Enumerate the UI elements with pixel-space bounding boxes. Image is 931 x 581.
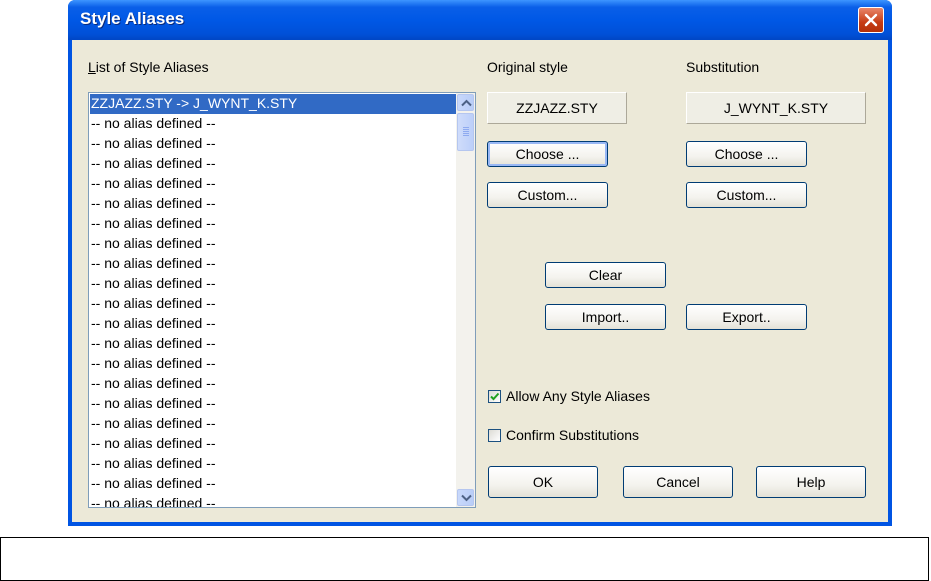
list-item[interactable]: -- no alias defined --: [90, 274, 456, 294]
list-item[interactable]: -- no alias defined --: [90, 454, 456, 474]
dialog-title: Style Aliases: [80, 9, 185, 28]
list-item[interactable]: -- no alias defined --: [90, 354, 456, 374]
thumb-grip: [463, 129, 469, 130]
close-x-icon: [864, 13, 878, 27]
title-bar[interactable]: Style Aliases: [68, 0, 892, 40]
original-choose-button[interactable]: Choose ...: [487, 141, 608, 167]
list-label-text: ist of Style Aliases: [95, 59, 209, 75]
import-button[interactable]: Import..: [545, 304, 666, 330]
vertical-scrollbar[interactable]: [456, 93, 475, 507]
original-style-label: Original style: [487, 59, 568, 75]
thumb-grip: [463, 133, 469, 134]
confirm-substitutions-checkbox[interactable]: [488, 429, 501, 442]
style-aliases-dialog: Style Aliases List of Style Aliases ZZJA…: [68, 0, 892, 526]
substitution-choose-button[interactable]: Choose ...: [686, 141, 807, 167]
list-item[interactable]: -- no alias defined --: [90, 214, 456, 234]
list-item[interactable]: -- no alias defined --: [90, 434, 456, 454]
alias-listbox[interactable]: ZZJAZZ.STY -> J_WYNT_K.STY -- no alias de…: [88, 92, 476, 508]
list-label: List of Style Aliases: [88, 59, 209, 75]
list-label-mnemonic: L: [88, 59, 96, 75]
scroll-down-button[interactable]: [457, 489, 474, 506]
list-item[interactable]: -- no alias defined --: [90, 154, 456, 174]
chevron-down-icon: [461, 494, 472, 502]
allow-any-label[interactable]: Allow Any Style Aliases: [506, 388, 650, 404]
alias-list: ZZJAZZ.STY -> J_WYNT_K.STY -- no alias de…: [90, 94, 456, 507]
substitution-label: Substitution: [686, 59, 760, 75]
allow-any-checkbox[interactable]: [488, 390, 501, 403]
list-item[interactable]: -- no alias defined --: [90, 134, 456, 154]
export-button[interactable]: Export..: [686, 304, 807, 330]
list-item[interactable]: -- no alias defined --: [90, 254, 456, 274]
original-custom-button[interactable]: Custom...: [487, 182, 608, 208]
cancel-button[interactable]: Cancel: [623, 466, 733, 498]
help-button[interactable]: Help: [756, 466, 866, 498]
checkmark-icon: [490, 392, 500, 401]
substitution-field: J_WYNT_K.STY: [686, 92, 866, 124]
chevron-up-icon: [461, 99, 472, 107]
list-item[interactable]: -- no alias defined --: [90, 174, 456, 194]
confirm-substitutions-label[interactable]: Confirm Substitutions: [506, 427, 639, 443]
thumb-grip: [463, 135, 469, 136]
substitution-custom-button[interactable]: Custom...: [686, 182, 807, 208]
list-item[interactable]: -- no alias defined --: [90, 394, 456, 414]
list-item[interactable]: -- no alias defined --: [90, 194, 456, 214]
caption-frame: [0, 537, 929, 581]
list-item[interactable]: -- no alias defined --: [90, 374, 456, 394]
thumb-grip: [463, 131, 469, 132]
dialog-body: List of Style Aliases ZZJAZZ.STY -> J_WY…: [72, 40, 888, 522]
thumb-grip: [463, 127, 469, 128]
original-style-field: ZZJAZZ.STY: [487, 92, 627, 124]
list-item[interactable]: -- no alias defined --: [90, 314, 456, 334]
list-item[interactable]: -- no alias defined --: [90, 494, 456, 507]
scroll-thumb[interactable]: [457, 113, 474, 151]
list-item[interactable]: -- no alias defined --: [90, 414, 456, 434]
list-item[interactable]: -- no alias defined --: [90, 474, 456, 494]
close-button[interactable]: [858, 7, 884, 33]
clear-button[interactable]: Clear: [545, 262, 666, 288]
ok-button[interactable]: OK: [488, 466, 598, 498]
scroll-up-button[interactable]: [457, 94, 474, 111]
list-item[interactable]: -- no alias defined --: [90, 114, 456, 134]
list-item[interactable]: -- no alias defined --: [90, 234, 456, 254]
list-item[interactable]: ZZJAZZ.STY -> J_WYNT_K.STY: [90, 94, 456, 114]
list-item[interactable]: -- no alias defined --: [90, 334, 456, 354]
list-item[interactable]: -- no alias defined --: [90, 294, 456, 314]
